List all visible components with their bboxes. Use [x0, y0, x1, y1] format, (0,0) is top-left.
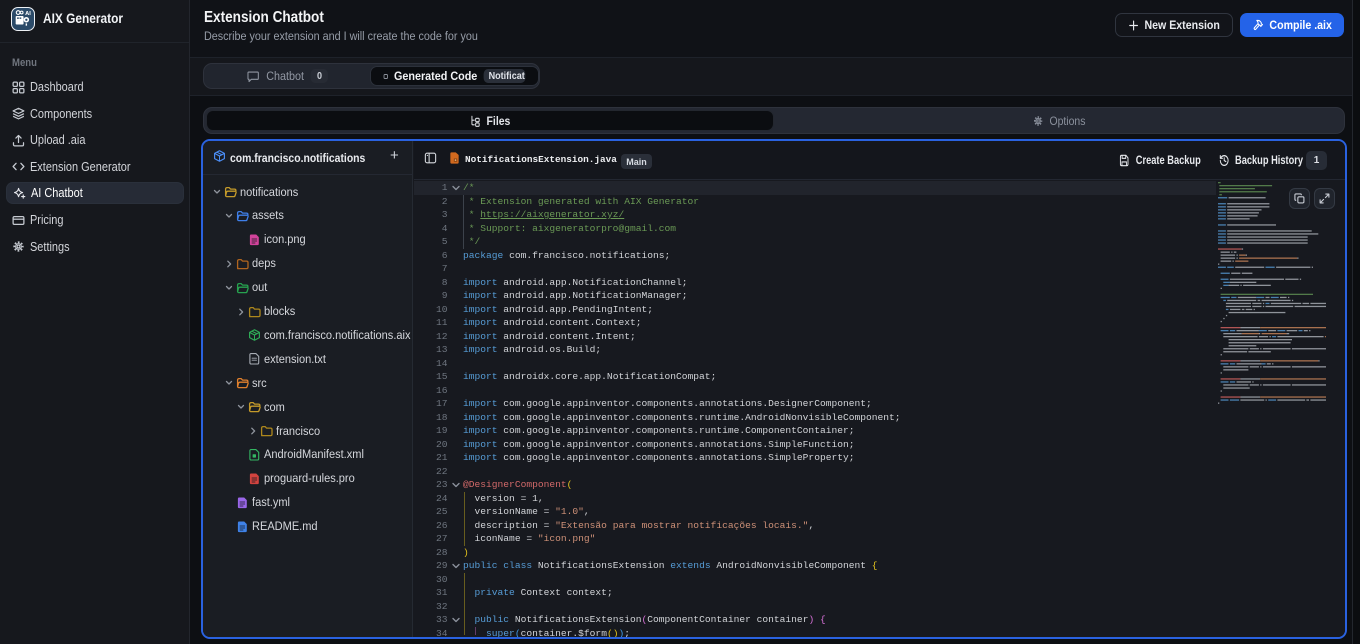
svg-text:AI: AI	[25, 11, 31, 17]
